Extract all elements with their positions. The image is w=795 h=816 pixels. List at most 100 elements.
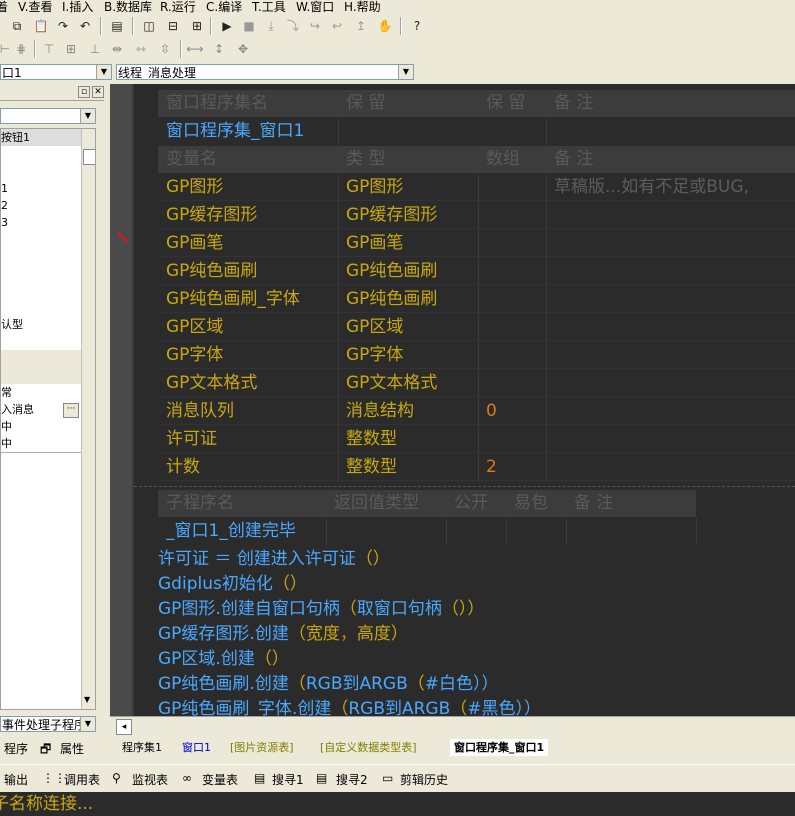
var-type[interactable]: 整数型 xyxy=(338,454,478,481)
var-note[interactable]: 草稿版...如有不足或BUG, xyxy=(546,174,795,201)
window-select[interactable]: 口1 ▼ xyxy=(0,64,112,80)
breakpoint-marker-icon[interactable] xyxy=(116,231,130,244)
var-note[interactable] xyxy=(546,314,795,341)
var-array[interactable] xyxy=(478,230,546,257)
code-line[interactable]: GP图形.创建自窗口句柄（取窗口句柄（）） xyxy=(158,597,484,622)
var-array[interactable]: 2 xyxy=(478,454,546,481)
var-type[interactable]: GP缓存图形 xyxy=(338,202,478,229)
run-icon[interactable]: ▶ xyxy=(218,17,236,35)
chevron-down-icon[interactable]: ▼ xyxy=(398,65,413,79)
code-line[interactable]: GP区域.创建（） xyxy=(158,647,289,672)
menu-item-view-cut[interactable]: 着 xyxy=(0,0,8,14)
var-name[interactable]: GP区域 xyxy=(158,314,338,341)
var-type[interactable]: GP图形 xyxy=(338,174,478,201)
menu-item-insert[interactable]: I.插入 xyxy=(62,0,93,14)
same-size-icon[interactable]: ✥ xyxy=(234,40,252,58)
code-line[interactable]: GP纯色画刷_字体.创建（RGB到ARGB（#黑色）） xyxy=(158,697,541,716)
var-array[interactable] xyxy=(478,314,546,341)
find-icon[interactable]: ▤ xyxy=(108,17,126,35)
property-row[interactable]: 中 xyxy=(1,418,81,436)
var-name[interactable]: GP字体 xyxy=(158,342,338,369)
editor-hscroll[interactable]: ◂ xyxy=(110,716,795,737)
space-even-icon[interactable]: ⇿ xyxy=(132,40,150,58)
code-line[interactable]: 许可证 ＝ 创建进入许可证（） xyxy=(158,547,390,572)
object-select[interactable]: ▼ xyxy=(0,108,96,124)
var-note[interactable] xyxy=(546,370,795,397)
var-type[interactable]: 消息结构 xyxy=(338,398,478,425)
space-horizontal-icon[interactable]: ⇹ xyxy=(108,40,126,58)
var-array[interactable] xyxy=(478,174,546,201)
chevron-down-icon[interactable]: ▼ xyxy=(80,717,95,731)
variable-table-button[interactable]: 变量表 xyxy=(202,771,238,788)
var-note[interactable] xyxy=(546,202,795,229)
align-bottom-icon[interactable]: ⊥ xyxy=(86,40,104,58)
tab-assembly1[interactable]: 程序集1 xyxy=(122,739,162,756)
subroutine-name[interactable]: _窗口1_创建完毕 xyxy=(158,518,326,545)
step-out-icon[interactable]: ↩ xyxy=(328,17,346,35)
var-name[interactable]: 计数 xyxy=(158,454,338,481)
var-note[interactable] xyxy=(546,426,795,453)
var-name[interactable]: GP纯色画刷 xyxy=(158,258,338,285)
paste-icon[interactable]: 📋 xyxy=(32,17,50,35)
call-table-button[interactable]: 调用表 xyxy=(64,771,100,788)
align-center-icon[interactable]: ⋕ xyxy=(12,40,30,58)
hand-icon[interactable]: ✋ xyxy=(376,17,394,35)
same-height-icon[interactable]: ↕ xyxy=(210,40,228,58)
property-row[interactable]: 2 xyxy=(1,197,81,215)
layout-left-icon[interactable]: ◫ xyxy=(140,17,158,35)
var-name[interactable]: GP文本格式 xyxy=(158,370,338,397)
same-width-icon[interactable]: ⟷ xyxy=(186,40,204,58)
var-type[interactable]: GP文本格式 xyxy=(338,370,478,397)
code-editor[interactable]: 窗口程序集名 保 留 保 留 备 注 窗口程序集_窗口1 变量名 类 型 数组 … xyxy=(134,84,795,716)
var-array[interactable] xyxy=(478,426,546,453)
var-name[interactable]: 消息队列 xyxy=(158,398,338,425)
property-row[interactable] xyxy=(1,146,81,164)
step-over-icon[interactable]: ↪ xyxy=(306,17,324,35)
var-array[interactable] xyxy=(478,258,546,285)
var-array[interactable] xyxy=(478,342,546,369)
var-name[interactable]: 许可证 xyxy=(158,426,338,453)
var-note[interactable] xyxy=(546,230,795,257)
close-icon[interactable]: ✕ xyxy=(92,86,104,98)
step-into-icon[interactable]: ⤵ xyxy=(284,17,302,35)
scroll-down-icon[interactable]: ▼ xyxy=(84,695,90,704)
help-pointer-icon[interactable]: ? xyxy=(408,17,426,35)
code-line[interactable]: GP缓存图形.创建（宽度，高度） xyxy=(158,622,408,647)
stop-icon[interactable]: ■ xyxy=(240,17,258,35)
output-panel[interactable]: 子名称连接... xyxy=(0,792,795,816)
undo-icon[interactable]: ↶ xyxy=(76,17,94,35)
property-scrollbar[interactable]: ▼ xyxy=(81,129,95,709)
layout-bottom-icon[interactable]: ⊞ xyxy=(188,17,206,35)
chevron-down-icon[interactable]: ▼ xyxy=(80,109,95,123)
code-line[interactable]: Gdiplus初始化（） xyxy=(158,572,307,597)
property-row[interactable]: 认型 xyxy=(1,316,81,334)
tab-properties[interactable]: 属性 xyxy=(60,740,84,757)
menu-item-run[interactable]: R.运行 xyxy=(160,0,196,14)
code-line[interactable]: GP纯色画刷.创建（RGB到ARGB（#白色）） xyxy=(158,672,499,697)
var-array[interactable] xyxy=(478,286,546,313)
align-top-icon[interactable]: ⊤ xyxy=(40,40,58,58)
tab-custom-types[interactable]: [自定义数据类型表] xyxy=(320,739,417,756)
layout-top-icon[interactable]: ⊟ xyxy=(164,17,182,35)
var-note[interactable] xyxy=(546,454,795,481)
var-type[interactable]: GP画笔 xyxy=(338,230,478,257)
var-note[interactable] xyxy=(546,398,795,425)
restore-icon[interactable]: ▫ xyxy=(78,86,90,98)
watch-table-button[interactable]: 监视表 xyxy=(132,771,168,788)
var-name[interactable]: GP图形 xyxy=(158,174,338,201)
property-row[interactable] xyxy=(1,282,81,300)
var-type[interactable]: GP纯色画刷 xyxy=(338,286,478,313)
subroutine-select[interactable]: 线程_消息处理 ▼ xyxy=(116,64,414,80)
clip-history-button[interactable]: 剪辑历史 xyxy=(400,771,448,788)
copy-icon[interactable]: ⧉ xyxy=(8,17,26,35)
menu-item-tools[interactable]: T.工具 xyxy=(252,0,286,14)
tab-image-resources[interactable]: [图片资源表] xyxy=(230,739,294,756)
var-note[interactable] xyxy=(546,286,795,313)
search2-button[interactable]: 搜寻2 xyxy=(336,771,368,788)
property-row[interactable] xyxy=(1,231,81,249)
property-row[interactable]: 3 xyxy=(1,214,81,232)
var-name[interactable]: GP纯色画刷_字体 xyxy=(158,286,338,313)
var-array[interactable]: 0 xyxy=(478,398,546,425)
menu-item-help[interactable]: H.帮助 xyxy=(344,0,381,14)
property-row[interactable]: 中 xyxy=(1,435,81,453)
